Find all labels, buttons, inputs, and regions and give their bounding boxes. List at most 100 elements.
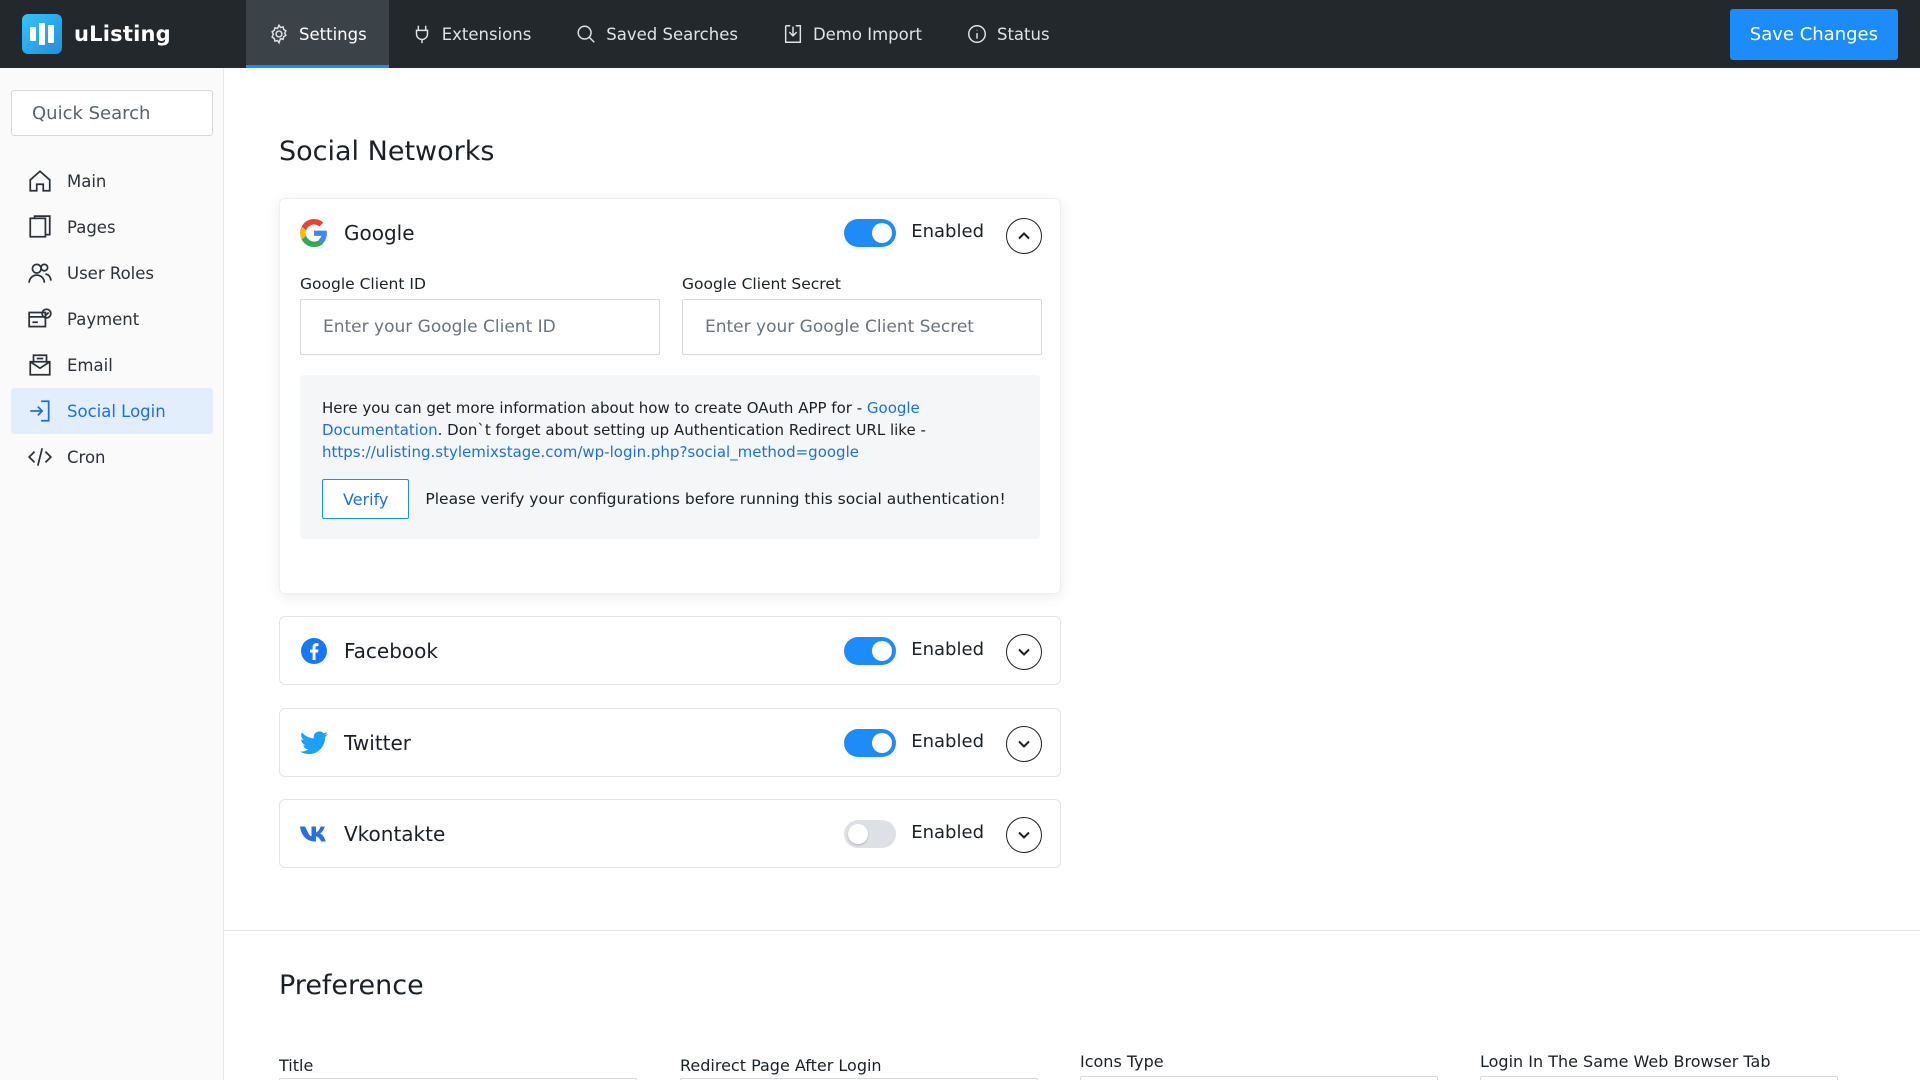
tab-demo-import[interactable]: Demo Import <box>760 0 944 68</box>
search-icon <box>577 25 596 43</box>
google-icon <box>300 219 328 247</box>
sidebar-item-payment[interactable]: Payment <box>11 296 213 342</box>
vk-icon <box>300 820 328 848</box>
twitter-card-header[interactable]: Twitter Enabled <box>280 709 1060 777</box>
expand-button[interactable] <box>1006 817 1042 853</box>
top-nav: Settings Extensions Saved Searches Demo … <box>246 0 1072 68</box>
network-name: Facebook <box>344 639 438 663</box>
preference-title: Preference <box>279 970 424 1001</box>
tab-status[interactable]: Status <box>944 0 1072 68</box>
pref-icons-type-select[interactable] <box>1080 1076 1438 1080</box>
tab-settings[interactable]: Settings <box>246 0 389 68</box>
sidebar-item-label: Pages <box>67 217 116 237</box>
twitter-icon <box>300 729 328 757</box>
expand-button[interactable] <box>1006 726 1042 762</box>
oauth-info-box: Here you can get more information about … <box>300 375 1040 539</box>
tab-extensions[interactable]: Extensions <box>389 0 554 68</box>
sidebar-item-pages[interactable]: Pages <box>11 204 213 250</box>
verify-row: Verify Please verify your configurations… <box>322 479 1018 519</box>
logo[interactable]: uListing <box>0 0 246 68</box>
sidebar-item-email[interactable]: Email <box>11 342 213 388</box>
sidebar-menu: Main Pages User Roles Payment Email Soci… <box>11 158 213 480</box>
toggle-knob <box>872 733 892 753</box>
pref-title-label: Title <box>279 1056 314 1075</box>
vkontakte-enabled-toggle[interactable] <box>844 820 896 848</box>
sidebar-item-label: Main <box>67 171 107 191</box>
page-title: Social Networks <box>279 136 495 167</box>
pref-same-tab-label: Login In The Same Web Browser Tab <box>1480 1052 1771 1071</box>
sidebar-item-social-login[interactable]: Social Login <box>11 388 213 434</box>
section-divider <box>224 930 1920 931</box>
client-id-input[interactable] <box>300 299 660 355</box>
network-name: Vkontakte <box>344 822 446 846</box>
network-name: Twitter <box>344 731 412 755</box>
sidebar-item-label: Payment <box>67 309 140 329</box>
toggle-knob <box>872 641 892 661</box>
toggle-label: Enabled <box>911 731 984 752</box>
gear-icon <box>271 23 287 45</box>
chevron-down-icon <box>1018 648 1030 656</box>
sidebar-item-label: User Roles <box>67 263 155 283</box>
client-id-label: Google Client ID <box>300 275 426 293</box>
sidebar-item-cron[interactable]: Cron <box>11 434 213 480</box>
code-icon <box>27 448 53 466</box>
info-icon <box>968 25 986 43</box>
sidebar-item-main[interactable]: Main <box>11 158 213 204</box>
home-icon <box>29 170 51 192</box>
app-name: uListing <box>74 22 171 46</box>
toggle-label: Enabled <box>911 639 984 660</box>
tab-label: Settings <box>299 24 367 44</box>
chevron-down-icon <box>1018 831 1030 839</box>
tab-label: Demo Import <box>812 24 922 44</box>
users-icon <box>28 263 52 283</box>
chevron-down-icon <box>1018 740 1030 748</box>
redirect-url-link[interactable]: https://ulisting.stylemixstage.com/wp-lo… <box>322 443 859 461</box>
google-credentials: Google Client ID Google Client Secret <box>280 267 1060 367</box>
pref-same-tab-select[interactable] <box>1480 1076 1838 1080</box>
tab-label: Extensions <box>441 24 532 44</box>
verify-note: Please verify your configurations before… <box>425 490 1006 508</box>
payment-icon <box>28 308 52 328</box>
vkontakte-card: Vkontakte Enabled <box>279 799 1061 868</box>
sidebar-item-label: Email <box>67 355 113 375</box>
toggle-label: Enabled <box>911 221 984 242</box>
vkontakte-card-header[interactable]: Vkontakte Enabled <box>280 800 1060 868</box>
sidebar-item-label: Social Login <box>67 401 166 421</box>
ulisting-logo-icon <box>22 14 62 54</box>
google-card: Google Enabled Google Client ID Google C… <box>279 198 1061 594</box>
toggle-knob <box>848 824 868 844</box>
tab-label: Status <box>996 24 1050 44</box>
pref-redirect-label: Redirect Page After Login <box>680 1056 882 1075</box>
info-text-part: . Don`t forget about setting up Authenti… <box>437 421 926 439</box>
chevron-up-icon <box>1018 232 1030 240</box>
save-changes-button[interactable]: Save Changes <box>1729 9 1898 60</box>
google-card-header[interactable]: Google Enabled <box>280 199 1060 267</box>
collapse-button[interactable] <box>1006 218 1042 254</box>
plug-icon <box>415 25 428 44</box>
google-enabled-toggle[interactable] <box>844 219 896 247</box>
client-secret-label: Google Client Secret <box>682 275 841 293</box>
facebook-enabled-toggle[interactable] <box>844 637 896 665</box>
twitter-enabled-toggle[interactable] <box>844 729 896 757</box>
login-icon <box>30 400 50 422</box>
client-secret-input[interactable] <box>682 299 1042 355</box>
sidebar: Main Pages User Roles Payment Email Soci… <box>0 68 224 1080</box>
quick-search-input[interactable] <box>11 90 213 136</box>
expand-button[interactable] <box>1006 634 1042 670</box>
email-icon <box>29 354 51 376</box>
facebook-card: Facebook Enabled <box>279 616 1061 685</box>
facebook-icon <box>300 637 328 665</box>
sidebar-item-label: Cron <box>67 447 106 467</box>
tab-label: Saved Searches <box>606 24 738 44</box>
twitter-card: Twitter Enabled <box>279 708 1061 777</box>
tab-saved-searches[interactable]: Saved Searches <box>553 0 760 68</box>
verify-button[interactable]: Verify <box>322 479 410 519</box>
pages-icon <box>29 215 51 238</box>
network-name: Google <box>344 221 415 245</box>
toggle-knob <box>872 223 892 243</box>
download-icon <box>784 25 802 43</box>
facebook-card-header[interactable]: Facebook Enabled <box>280 617 1060 685</box>
info-text: Here you can get more information about … <box>322 397 1018 463</box>
sidebar-item-user-roles[interactable]: User Roles <box>11 250 213 296</box>
pref-icons-type-label: Icons Type <box>1080 1052 1164 1071</box>
